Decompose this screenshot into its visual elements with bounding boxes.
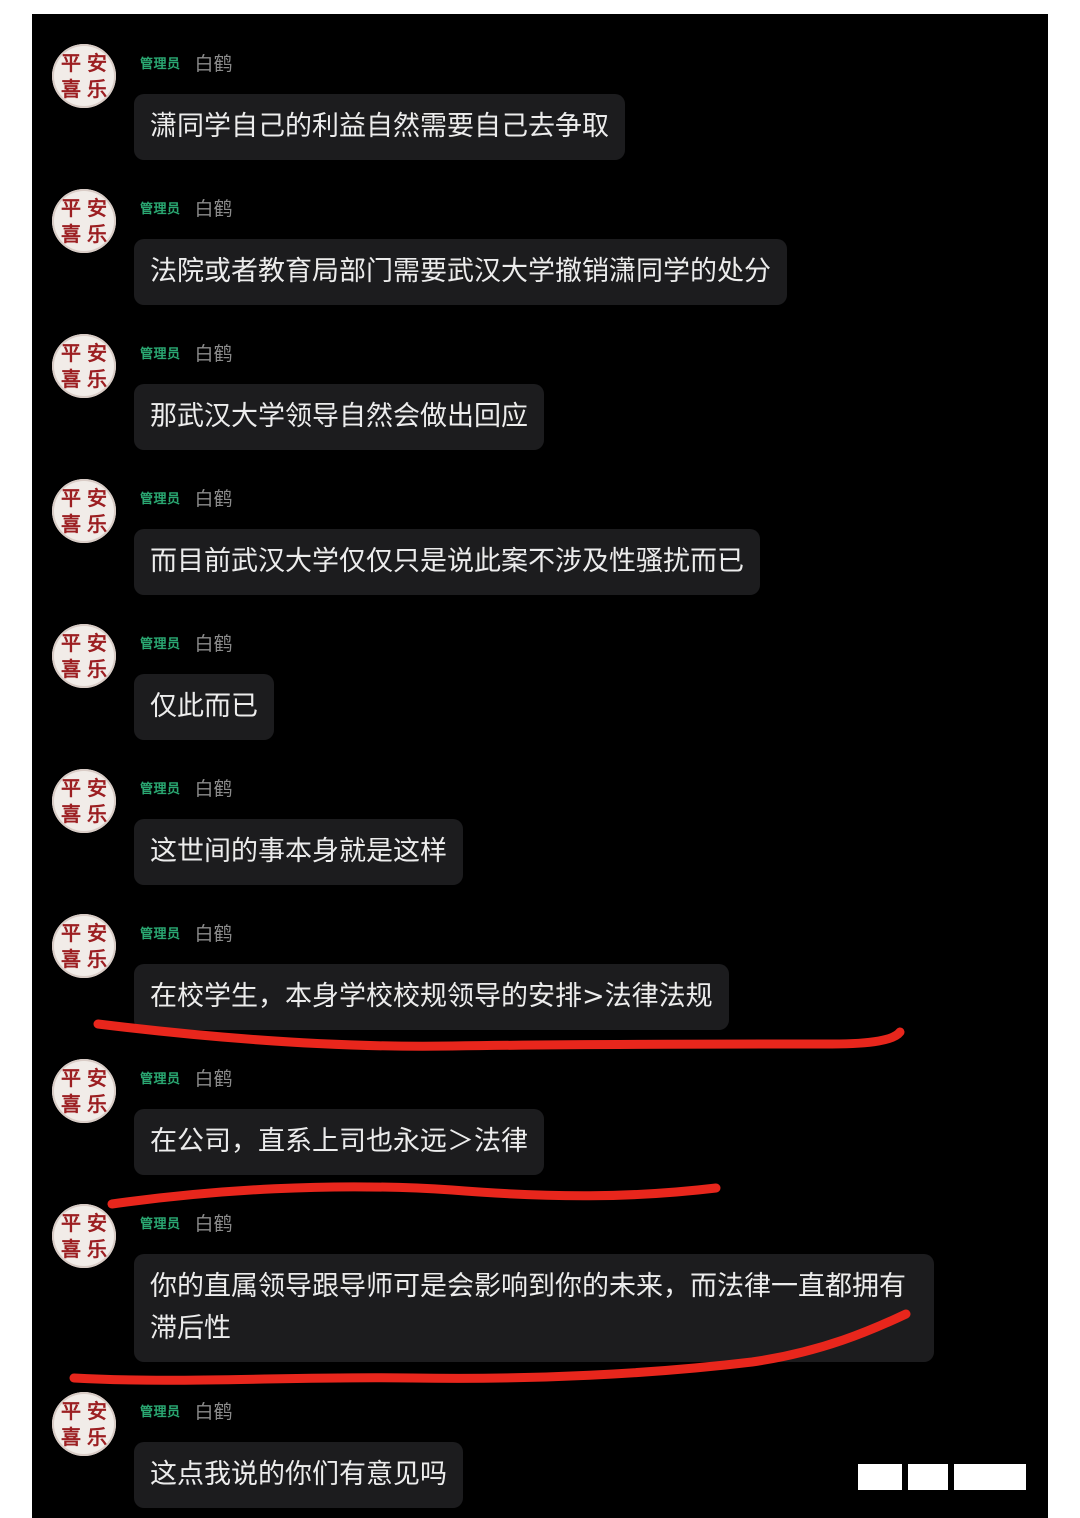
admin-badge: 管理员 [140, 346, 181, 362]
message-bubble[interactable]: 这世间的事本身就是这样 [134, 819, 463, 885]
admin-badge: 管理员 [140, 926, 181, 942]
avatar-seal-icon: 平安 喜乐 [61, 1066, 107, 1116]
message-bubble[interactable]: 而目前武汉大学仅仅只是说此案不涉及性骚扰而已 [134, 529, 760, 595]
sender-name: 白鹤 [194, 487, 233, 510]
message-bubble[interactable]: 在校学生，本身学校校规领导的安排>法律法规 [134, 964, 729, 1030]
message-header: 管理员 白鹤 [140, 630, 233, 655]
sender-name: 白鹤 [194, 1400, 233, 1423]
watermark-block [858, 1464, 902, 1490]
avatar-seal-icon: 平安 喜乐 [61, 341, 107, 391]
avatar[interactable]: 平安 喜乐 [52, 44, 116, 108]
sender-name: 白鹤 [194, 777, 233, 800]
sender-name: 白鹤 [194, 197, 233, 220]
message-bubble[interactable]: 你的直属领导跟导师可是会影响到你的未来，而法律一直都拥有滞后性 [134, 1254, 934, 1362]
avatar-seal-icon: 平安 喜乐 [61, 1211, 107, 1261]
chat-screen: 平安 喜乐 管理员 白鹤 潇同学自己的利益自然需要自己去争取 平安 喜乐 管理员… [32, 14, 1048, 1518]
avatar[interactable]: 平安 喜乐 [52, 479, 116, 543]
message-bubble[interactable]: 那武汉大学领导自然会做出回应 [134, 384, 544, 450]
message-header: 管理员 白鹤 [140, 1065, 233, 1090]
admin-badge: 管理员 [140, 1216, 181, 1232]
avatar-seal-icon: 平安 喜乐 [61, 921, 107, 971]
message-header: 管理员 白鹤 [140, 775, 233, 800]
admin-badge: 管理员 [140, 201, 181, 217]
message-header: 管理员 白鹤 [140, 50, 233, 75]
message-header: 管理员 白鹤 [140, 195, 233, 220]
avatar[interactable]: 平安 喜乐 [52, 769, 116, 833]
admin-badge: 管理员 [140, 491, 181, 507]
sender-name: 白鹤 [194, 632, 233, 655]
message-bubble[interactable]: 法院或者教育局部门需要武汉大学撤销潇同学的处分 [134, 239, 787, 305]
avatar-seal-icon: 平安 喜乐 [61, 51, 107, 101]
avatar[interactable]: 平安 喜乐 [52, 1204, 116, 1268]
avatar-seal-icon: 平安 喜乐 [61, 776, 107, 826]
watermark-block [908, 1464, 948, 1490]
avatar[interactable]: 平安 喜乐 [52, 1392, 116, 1456]
message-bubble[interactable]: 在公司，直系上司也永远＞法律 [134, 1109, 544, 1175]
admin-badge: 管理员 [140, 781, 181, 797]
avatar-seal-icon: 平安 喜乐 [61, 196, 107, 246]
sender-name: 白鹤 [194, 52, 233, 75]
sender-name: 白鹤 [194, 1212, 233, 1235]
avatar[interactable]: 平安 喜乐 [52, 1059, 116, 1123]
message-header: 管理员 白鹤 [140, 340, 233, 365]
avatar[interactable]: 平安 喜乐 [52, 334, 116, 398]
sender-name: 白鹤 [194, 1067, 233, 1090]
admin-badge: 管理员 [140, 56, 181, 72]
avatar-seal-icon: 平安 喜乐 [61, 1399, 107, 1449]
sender-name: 白鹤 [194, 342, 233, 365]
avatar-seal-icon: 平安 喜乐 [61, 486, 107, 536]
admin-badge: 管理员 [140, 1404, 181, 1420]
avatar[interactable]: 平安 喜乐 [52, 914, 116, 978]
message-header: 管理员 白鹤 [140, 920, 233, 945]
avatar[interactable]: 平安 喜乐 [52, 624, 116, 688]
avatar-seal-icon: 平安 喜乐 [61, 631, 107, 681]
message-bubble[interactable]: 潇同学自己的利益自然需要自己去争取 [134, 94, 625, 160]
message-bubble[interactable]: 这点我说的你们有意见吗 [134, 1442, 463, 1508]
message-header: 管理员 白鹤 [140, 485, 233, 510]
sender-name: 白鹤 [194, 922, 233, 945]
watermark [858, 1460, 1048, 1494]
message-header: 管理员 白鹤 [140, 1210, 233, 1235]
red-underline-2 [107, 1182, 721, 1209]
avatar[interactable]: 平安 喜乐 [52, 189, 116, 253]
admin-badge: 管理员 [140, 636, 181, 652]
message-header: 管理员 白鹤 [140, 1398, 233, 1423]
message-bubble[interactable]: 仅此而已 [134, 674, 274, 740]
watermark-block [954, 1464, 1026, 1490]
admin-badge: 管理员 [140, 1071, 181, 1087]
